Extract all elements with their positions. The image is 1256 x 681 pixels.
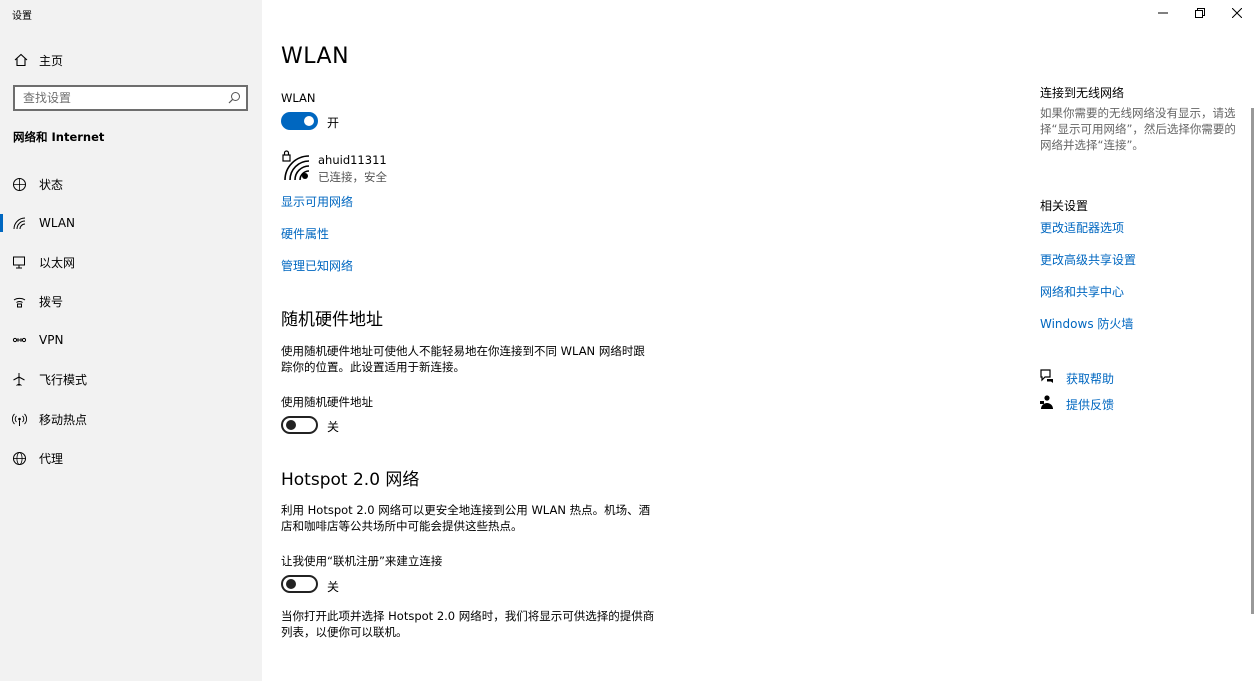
home-icon <box>14 53 28 67</box>
online-signup-toggle[interactable] <box>281 575 318 593</box>
close-icon <box>1232 8 1242 18</box>
sidebar-item-ethernet[interactable]: 以太网 <box>0 249 262 275</box>
random-hw-toggle[interactable] <box>281 416 318 434</box>
give-feedback-link[interactable]: 提供反馈 <box>1066 396 1114 413</box>
connect-wireless-title: 连接到无线网络 <box>1040 86 1125 100</box>
hotspot-heading: Hotspot 2.0 网络 <box>281 470 420 490</box>
scrollbar[interactable] <box>1251 108 1254 614</box>
wifi-icon <box>13 217 26 229</box>
minimize-button[interactable] <box>1144 0 1182 26</box>
wlan-label: WLAN <box>281 91 316 105</box>
status-icon <box>13 177 26 191</box>
sidebar: 设置 主页 网络和 Internet 状态 WLAN 以太网 拨号 VPN 飞行… <box>0 0 262 681</box>
wlan-toggle-state: 开 <box>327 116 340 130</box>
restore-button[interactable] <box>1181 0 1219 26</box>
online-signup-toggle-state: 关 <box>327 580 340 594</box>
network-sharing-center-link[interactable]: 网络和共享中心 <box>1040 283 1124 300</box>
sidebar-item-dialup[interactable]: 拨号 <box>0 288 262 314</box>
search-input[interactable] <box>15 87 226 109</box>
adapter-options-link[interactable]: 更改适配器选项 <box>1040 219 1124 236</box>
globe-icon <box>13 451 26 465</box>
sidebar-item-airplane-mode[interactable]: 飞行模式 <box>0 366 262 392</box>
hotspot-note: 当你打开此项并选择 Hotspot 2.0 网络时，我们将显示可供选择的提供商列… <box>281 609 655 639</box>
related-settings-title: 相关设置 <box>1040 199 1089 213</box>
minimize-icon <box>1158 12 1168 14</box>
home-label: 主页 <box>39 53 64 68</box>
random-hw-toggle-label: 使用随机硬件地址 <box>281 395 373 409</box>
hardware-properties-link[interactable]: 硬件属性 <box>281 225 329 242</box>
manage-known-networks-link[interactable]: 管理已知网络 <box>281 257 353 274</box>
sidebar-item-label: 移动热点 <box>39 412 88 427</box>
feedback-icon <box>1040 395 1053 409</box>
help-icon <box>1040 369 1053 383</box>
sidebar-item-label: 状态 <box>39 177 64 192</box>
sidebar-item-label: VPN <box>39 333 64 347</box>
get-help-link[interactable]: 获取帮助 <box>1066 370 1114 387</box>
airplane-icon <box>13 372 25 386</box>
ethernet-icon <box>13 256 25 268</box>
sidebar-item-label: 代理 <box>39 451 64 466</box>
sidebar-item-label: 拨号 <box>39 294 64 309</box>
sidebar-item-vpn[interactable]: VPN <box>0 327 262 353</box>
sidebar-item-label: 以太网 <box>39 255 76 270</box>
wlan-toggle[interactable] <box>281 112 318 130</box>
dialup-icon <box>13 297 26 307</box>
connect-wireless-text: 如果你需要的无线网络没有显示，请选择“显示可用网络”，然后选择你需要的网络并选择… <box>1040 106 1236 152</box>
sidebar-item-status[interactable]: 状态 <box>0 171 262 197</box>
search-icon[interactable] <box>226 90 242 106</box>
search-box[interactable] <box>13 85 248 111</box>
network-name: ahuid11311 <box>318 153 387 167</box>
app-title: 设置 <box>12 11 32 22</box>
sidebar-section-title: 网络和 Internet <box>13 130 105 144</box>
show-available-networks-link[interactable]: 显示可用网络 <box>281 193 353 210</box>
network-status: 已连接，安全 <box>318 170 387 184</box>
hotspot-description: 利用 Hotspot 2.0 网络可以更安全地连接到公用 WLAN 热点。机场、… <box>281 503 651 533</box>
windows-firewall-link[interactable]: Windows 防火墙 <box>1040 315 1133 332</box>
sidebar-item-mobile-hotspot[interactable]: 移动热点 <box>0 406 262 432</box>
page-title: WLAN <box>281 44 350 69</box>
hotspot-icon <box>12 413 27 426</box>
sidebar-item-wlan[interactable]: WLAN <box>0 210 262 236</box>
random-hw-toggle-state: 关 <box>327 420 340 434</box>
close-button[interactable] <box>1218 0 1256 26</box>
sidebar-item-proxy[interactable]: 代理 <box>0 445 262 471</box>
vpn-icon <box>12 337 27 342</box>
random-hw-description: 使用随机硬件地址可使他人不能轻易地在你连接到不同 WLAN 网络时跟踪你的位置。… <box>281 344 645 374</box>
restore-icon <box>1195 8 1205 18</box>
random-hw-heading: 随机硬件地址 <box>281 310 383 330</box>
sidebar-item-label: 飞行模式 <box>39 372 88 387</box>
home-nav-item[interactable]: 主页 <box>14 50 63 70</box>
sidebar-item-label: WLAN <box>39 216 76 230</box>
wifi-secure-icon <box>282 150 310 181</box>
hotspot-toggle-label: 让我使用“联机注册”来建立连接 <box>281 554 443 568</box>
advanced-sharing-link[interactable]: 更改高级共享设置 <box>1040 251 1136 268</box>
